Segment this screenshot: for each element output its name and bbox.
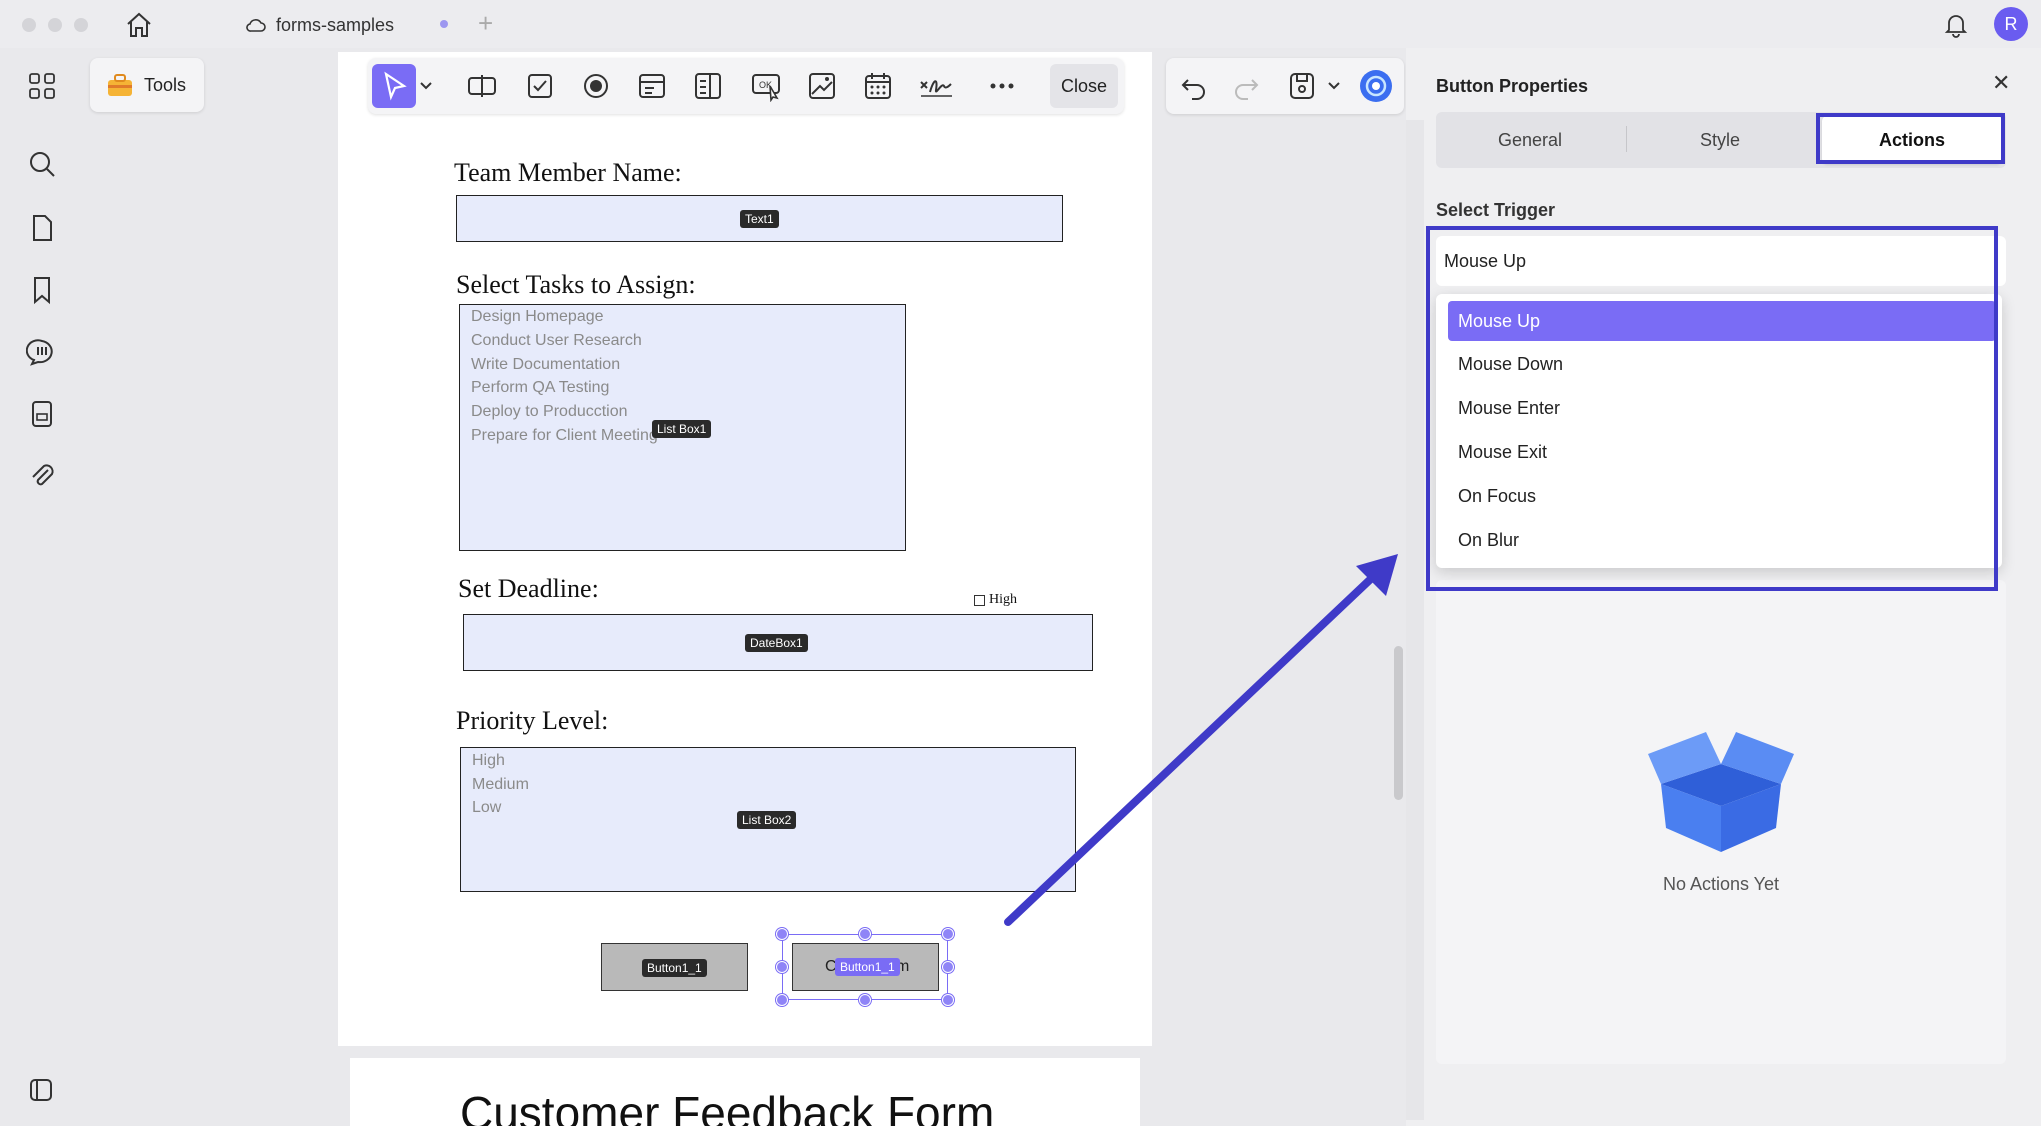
window-close-dot[interactable] — [22, 18, 36, 32]
date-field-icon[interactable] — [862, 70, 894, 102]
form-page-icon[interactable] — [26, 398, 58, 430]
bookmark-icon[interactable] — [26, 274, 58, 306]
next-page-title: Customer Feedback Form — [460, 1087, 995, 1126]
canvas-scrollbar[interactable] — [1392, 120, 1406, 1120]
datebox1-tag: DateBox1 — [745, 634, 808, 652]
new-tab-icon[interactable]: + — [478, 8, 493, 39]
list-item[interactable]: Deploy to Producction — [471, 403, 628, 421]
apps-grid-icon[interactable] — [26, 70, 58, 102]
empty-state-text: No Actions Yet — [1662, 874, 1780, 894]
toolbox-icon — [108, 74, 132, 96]
bell-icon[interactable] — [1942, 10, 1970, 38]
resize-handle[interactable] — [942, 994, 954, 1006]
tab-general[interactable]: General — [1440, 116, 1620, 164]
select-tool-button[interactable] — [372, 64, 416, 108]
redo-icon[interactable] — [1230, 70, 1262, 102]
search-icon[interactable] — [26, 148, 58, 180]
cloud-icon — [246, 19, 266, 32]
high-checkbox[interactable]: High — [974, 592, 1017, 608]
priority-label: Priority Level: — [456, 706, 609, 735]
attachment-icon[interactable] — [26, 460, 58, 492]
list-item[interactable]: High — [472, 752, 505, 770]
button-field-icon[interactable]: OK — [750, 70, 782, 102]
deadline-label: Set Deadline: — [458, 574, 599, 603]
selection-frame[interactable] — [782, 934, 948, 1000]
left-rail — [0, 48, 84, 1126]
tab-label: forms-samples — [276, 14, 395, 35]
document-icon[interactable] — [26, 212, 58, 244]
more-icon[interactable] — [986, 70, 1018, 102]
resize-handle[interactable] — [942, 928, 954, 940]
button1-tag: Button1_1 — [642, 959, 707, 977]
list-item[interactable]: Low — [472, 799, 501, 817]
text-field-icon[interactable] — [466, 70, 498, 102]
panel-title: Button Properties — [1436, 76, 1589, 96]
signature-icon[interactable] — [918, 70, 954, 102]
text1-tag: Text1 — [740, 210, 779, 228]
comment-icon[interactable] — [26, 336, 58, 368]
resize-handle[interactable] — [776, 994, 788, 1006]
listbox1-tag: List Box1 — [652, 420, 712, 438]
list-item[interactable]: Prepare for Client Meeting — [471, 427, 658, 445]
resize-handle[interactable] — [776, 961, 788, 973]
sidebar-toggle-icon[interactable] — [26, 1074, 58, 1106]
ai-assistant-icon[interactable] — [1358, 68, 1394, 104]
radio-button-icon[interactable] — [580, 70, 612, 102]
undo-icon[interactable] — [1178, 70, 1210, 102]
resize-handle[interactable] — [942, 961, 954, 973]
save-icon[interactable] — [1286, 70, 1318, 102]
window-zoom-dot[interactable] — [74, 18, 88, 32]
close-icon[interactable]: ✕ — [1992, 70, 2010, 96]
list-item[interactable]: Medium — [472, 776, 529, 794]
tools-label: Tools — [144, 74, 187, 95]
list-item[interactable]: Design Homepage — [471, 308, 604, 326]
actions-tab-annotation — [1816, 113, 2005, 164]
tab-divider — [1626, 126, 1627, 152]
unsaved-dot-icon — [440, 20, 448, 28]
select-trigger-label: Select Trigger — [1436, 200, 1556, 220]
checkbox-square-icon — [974, 594, 985, 606]
tab-forms-samples[interactable]: forms-samples — [232, 6, 468, 44]
high-checkbox-label: High — [989, 592, 1017, 607]
checkbox-icon[interactable] — [524, 70, 556, 102]
save-options-chevron-icon[interactable] — [1326, 76, 1342, 96]
window-minimize-dot[interactable] — [48, 18, 62, 32]
chevron-down-icon[interactable] — [418, 76, 434, 96]
title-bar: forms-samples + R — [0, 0, 2041, 48]
empty-box-icon — [1648, 732, 1794, 852]
combo-box-icon[interactable] — [636, 70, 668, 102]
tab-style[interactable]: Style — [1630, 116, 1810, 164]
trigger-dropdown-annotation — [1426, 226, 1998, 591]
team-member-label: Team Member Name: — [454, 158, 682, 187]
resize-handle[interactable] — [776, 928, 788, 940]
avatar[interactable]: R — [1994, 7, 2028, 41]
list-item[interactable]: Write Documentation — [471, 356, 620, 374]
list-box-icon[interactable] — [692, 70, 724, 102]
scrollbar-thumb[interactable] — [1394, 646, 1403, 800]
tools-button[interactable]: Tools — [90, 58, 204, 112]
image-field-icon[interactable] — [806, 70, 838, 102]
resize-handle[interactable] — [859, 994, 871, 1006]
resize-handle[interactable] — [859, 928, 871, 940]
pointer-icon — [384, 71, 407, 101]
list-item[interactable]: Conduct User Research — [471, 332, 642, 350]
panel-gutter — [1406, 120, 1424, 1120]
listbox2-tag: List Box2 — [737, 811, 797, 829]
close-toolbar-button[interactable]: Close — [1050, 64, 1118, 108]
home-icon[interactable] — [124, 10, 154, 40]
list-item[interactable]: Perform QA Testing — [471, 379, 609, 397]
select-tasks-label: Select Tasks to Assign: — [456, 270, 696, 299]
